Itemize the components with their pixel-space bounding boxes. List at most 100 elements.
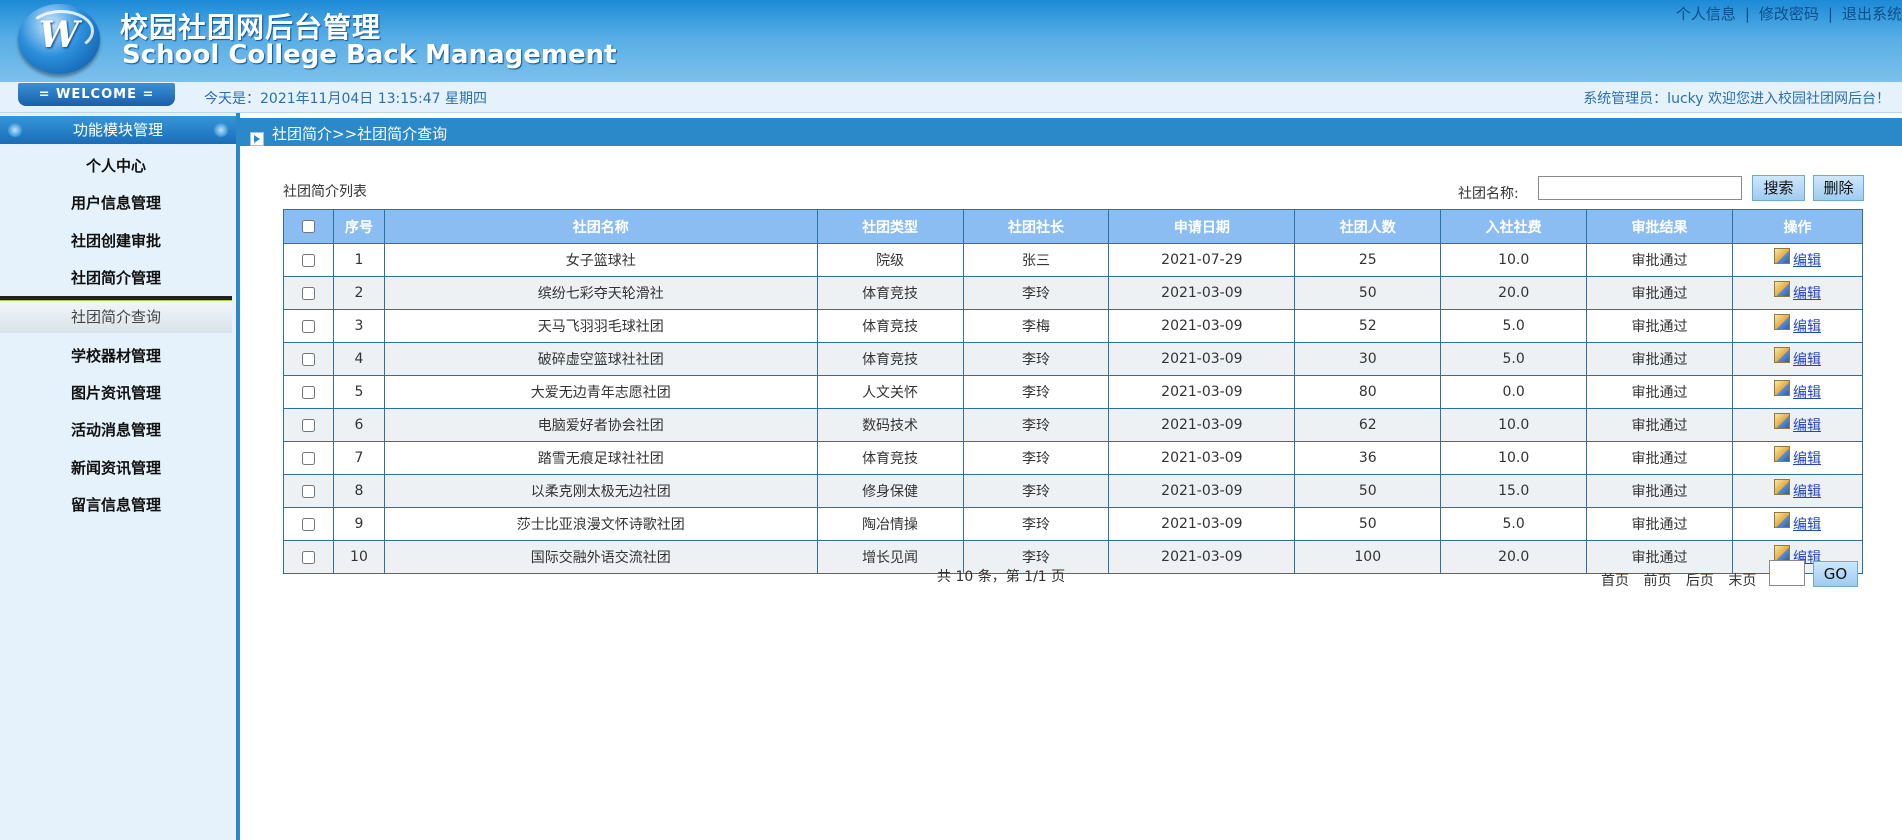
delete-button[interactable]: 删除 [1813,175,1864,201]
row-checkbox[interactable] [301,319,315,333]
table-cell: 100 [1294,540,1442,574]
search-button[interactable]: 搜索 [1752,175,1805,201]
table-cell: 9 [332,507,385,541]
table-header-row: 序号 社团名称 社团类型 社团社长 申请日期 社团人数 入社社费 审批结果 操作 [283,209,1863,244]
sidebar-item-personal-center[interactable]: 个人中心 [0,155,232,176]
table-cell: 50 [1294,507,1442,541]
table-cell: 10.0 [1440,441,1588,475]
table-cell: 审批通过 [1586,540,1733,574]
logo-icon: W [18,4,100,74]
row-checkbox[interactable] [301,451,315,465]
edit-link[interactable]: 编辑 [1793,418,1821,434]
table-row: 8 以柔克刚太极无边社团 修身保健 李玲 2021-03-09 50 15.0 审批通过 编辑 [283,474,1863,508]
top-links: 个人信息 | 修改密码 | 退出系统 [1676,3,1902,24]
row-checkbox[interactable] [301,517,315,531]
table-cell: 李玲 [962,408,1110,442]
table-cell: 2021-03-09 [1108,540,1296,574]
edit-link[interactable]: 编辑 [1793,484,1821,500]
row-checkbox[interactable] [301,484,315,498]
edit-icon[interactable] [1774,248,1790,264]
edit-icon[interactable] [1774,314,1790,330]
edit-icon[interactable] [1774,281,1790,297]
table-cell: 5.0 [1440,507,1588,541]
row-select-cell [283,276,334,310]
table-cell: 2 [332,276,385,310]
app-title-en: School College Back Management [122,40,617,70]
link-logout[interactable]: 退出系统 [1842,5,1902,23]
bullet-icon [8,123,22,137]
table-cell: 4 [332,342,385,376]
row-checkbox[interactable] [301,352,315,366]
row-checkbox[interactable] [301,550,315,564]
table-cell: 人文关怀 [816,375,964,409]
edit-link[interactable]: 编辑 [1793,286,1821,302]
table-cell: 10 [332,540,385,574]
prev-page-link[interactable]: 前页 [1643,573,1671,589]
sidebar-item-club-approval[interactable]: 社团创建审批 [0,230,232,251]
welcome-badge: = WELCOME = [18,83,175,106]
table-cell: 大爱无边青年志愿社团 [383,375,818,409]
table-cell: 36 [1294,441,1442,475]
edit-link[interactable]: 编辑 [1793,352,1821,368]
info-bar: = WELCOME = 今天是：2021年11月04日 13:15:47 星期四… [0,82,1902,113]
table-cell: 缤纷七彩夺天轮滑社 [383,276,818,310]
sidebar-item-image-news[interactable]: 图片资讯管理 [0,382,232,403]
table-cell: 8 [332,474,385,508]
table-row: 3 天马飞羽羽毛球社团 体育竞技 李梅 2021-03-09 52 5.0 审批通过 编辑 [283,309,1863,343]
table-cell: 李玲 [962,474,1110,508]
next-page-link[interactable]: 后页 [1686,573,1714,589]
edit-link[interactable]: 编辑 [1793,385,1821,401]
edit-link[interactable]: 编辑 [1793,319,1821,335]
table-cell: 1 [332,243,385,277]
table-cell: 踏雪无痕足球社社团 [383,441,818,475]
page-info: 共 10 条，第 1/1 页 [937,569,1066,585]
edit-link[interactable]: 编辑 [1793,517,1821,533]
table-cell: 2021-03-09 [1108,309,1296,343]
first-page-link[interactable]: 首页 [1601,573,1629,589]
edit-icon[interactable] [1774,446,1790,462]
edit-link[interactable]: 编辑 [1793,253,1821,269]
link-change-password[interactable]: 修改密码 [1759,5,1819,23]
sidebar-item-news[interactable]: 新闻资讯管理 [0,457,232,478]
table-row: 10 国际交融外语交流社团 增长见闻 李玲 2021-03-09 100 20.0 审批通过编… [283,540,1863,574]
search-input[interactable] [1538,176,1742,200]
table-cell: 国际交融外语交流社团 [383,540,818,574]
sidebar-item-equipment[interactable]: 学校器材管理 [0,345,232,366]
edit-icon[interactable] [1774,380,1790,396]
link-profile[interactable]: 个人信息 [1676,5,1736,23]
select-all-checkbox[interactable] [301,220,315,233]
column-header: 社团类型 [816,209,964,244]
table-cell: 李玲 [962,342,1110,376]
table-cell: 体育竞技 [816,342,964,376]
table-cell: 25 [1294,243,1442,277]
row-checkbox[interactable] [301,253,315,267]
sidebar-subitem-club-intro-query[interactable]: 社团简介查询 [0,301,232,333]
table-cell: 5 [332,375,385,409]
edit-link[interactable]: 编辑 [1793,451,1821,467]
row-checkbox[interactable] [301,286,315,300]
sidebar-item-user-info[interactable]: 用户信息管理 [0,192,232,213]
sidebar-item-club-intro[interactable]: 社团简介管理 [0,267,232,288]
edit-icon[interactable] [1774,413,1790,429]
table-cell: 5.0 [1440,309,1588,343]
sidebar-item-activity[interactable]: 活动消息管理 [0,419,232,440]
edit-icon[interactable] [1774,545,1790,561]
sidebar-item-messages[interactable]: 留言信息管理 [0,494,232,515]
row-actions-cell: 编辑 [1732,276,1863,310]
breadcrumb: 社团简介>>社团简介查询 [272,125,448,143]
row-checkbox[interactable] [301,385,315,399]
row-actions-cell: 编辑 [1732,375,1863,409]
table-cell: 电脑爱好者协会社团 [383,408,818,442]
edit-icon[interactable] [1774,347,1790,363]
edit-icon[interactable] [1774,479,1790,495]
last-page-link[interactable]: 末页 [1728,573,1756,589]
table-cell: 2021-03-09 [1108,375,1296,409]
table-cell: 20.0 [1440,540,1588,574]
column-header: 社团名称 [383,209,818,244]
table-cell: 80 [1294,375,1442,409]
page-number-input[interactable] [1769,560,1805,586]
go-button[interactable]: GO [1813,561,1858,587]
row-checkbox[interactable] [301,418,315,432]
edit-icon[interactable] [1774,512,1790,528]
table-cell: 2021-03-09 [1108,342,1296,376]
